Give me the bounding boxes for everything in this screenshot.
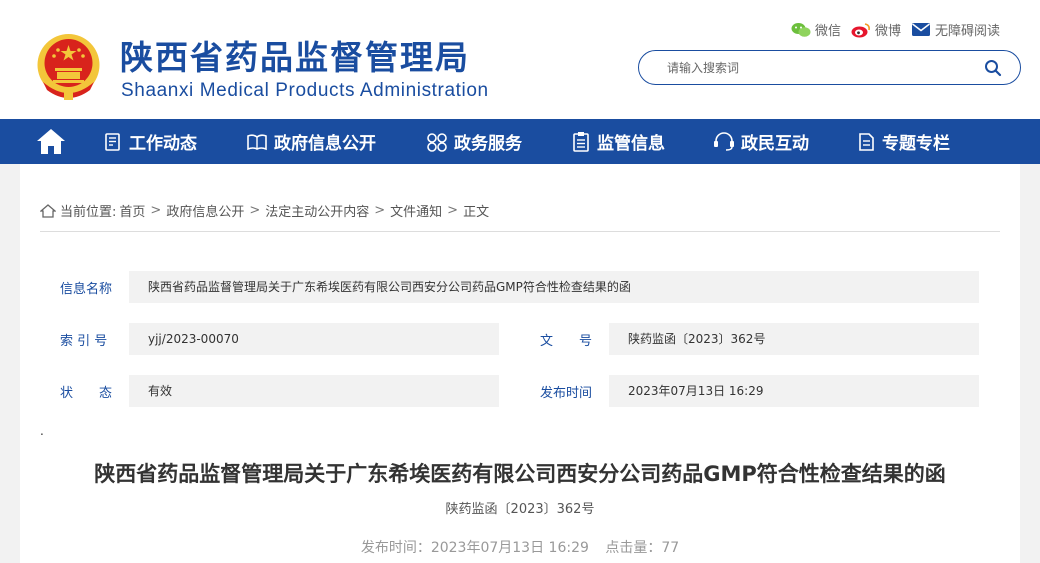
nav-item-interaction[interactable]: 政民互动 xyxy=(713,119,809,164)
accessibility-label: 无障碍阅读 xyxy=(934,24,1000,39)
search-box xyxy=(638,50,1021,85)
nav-item-work-news[interactable]: 工作动态 xyxy=(103,119,197,164)
wechat-link[interactable]: 微信 xyxy=(791,20,841,39)
breadcrumb-separator: > xyxy=(447,203,459,218)
book-icon xyxy=(247,133,267,150)
status-label: 状 态 xyxy=(60,386,113,401)
site-subtitle: Shaanxi Medical Products Administration xyxy=(121,80,489,101)
weibo-icon xyxy=(851,22,870,37)
top-links: 微信 微博 无障碍阅读 xyxy=(781,20,1000,39)
article-info: 发布时间：2023年07月13日 16:29 点击量：77 xyxy=(20,537,1020,557)
accessibility-link[interactable]: 无障碍阅读 xyxy=(911,20,1000,39)
stray-dot: . xyxy=(40,424,44,438)
site-header: 陕西省药品监督管理局 Shaanxi Medical Products Admi… xyxy=(0,0,1040,119)
article-title: 陕西省药品监督管理局关于广东希埃医药有限公司西安分公司药品GMP符合性检查结果的… xyxy=(94,462,946,486)
nav-label: 政民互动 xyxy=(741,134,809,154)
weibo-link[interactable]: 微博 xyxy=(851,20,901,39)
publish-time: 发布时间：2023年07月13日 16:29 xyxy=(361,540,589,556)
main-nav: 工作动态 政府信息公开 政务服务 监管信息 政民互动 专题专栏 xyxy=(0,119,1040,164)
home-icon[interactable] xyxy=(36,128,66,155)
publish-date-label: 发布时间 xyxy=(540,386,593,401)
publish-time-label: 发布时间： xyxy=(360,540,431,556)
wechat-label: 微信 xyxy=(814,24,841,39)
view-count-label: 点击量： xyxy=(605,540,662,556)
national-emblem-icon xyxy=(37,34,100,100)
nav-item-gov-info[interactable]: 政府信息公开 xyxy=(246,119,376,164)
nav-item-services[interactable]: 政务服务 xyxy=(426,119,522,164)
search-icon[interactable] xyxy=(984,59,1002,77)
index-number-value: yjj/2023-00070 xyxy=(129,323,499,355)
services-icon xyxy=(427,132,447,152)
status-value: 有效 xyxy=(129,375,499,407)
article-doc-number: 陕药监函〔2023〕362号 xyxy=(445,502,595,517)
breadcrumb-gov-info[interactable]: 政府信息公开 xyxy=(166,201,244,220)
index-number-label: 索 引 号 xyxy=(60,334,108,349)
publish-time-value: 2023年07月13日 16:29 xyxy=(430,540,589,556)
publish-date-value: 2023年07月13日 16:29 xyxy=(609,375,979,407)
nav-label: 监管信息 xyxy=(597,134,665,154)
interaction-icon xyxy=(714,131,734,151)
breadcrumb-separator: > xyxy=(374,203,386,218)
breadcrumb-notices[interactable]: 文件通知 xyxy=(390,201,442,220)
info-name-value: 陕西省药品监督管理局关于广东希埃医药有限公司西安分公司药品GMP符合性检查结果的… xyxy=(129,271,979,303)
view-count-value: 77 xyxy=(661,540,680,556)
topics-icon xyxy=(859,132,874,151)
nav-item-supervision[interactable]: 监管信息 xyxy=(571,119,665,164)
view-count: 点击量：77 xyxy=(605,540,679,556)
nav-item-topics[interactable]: 专题专栏 xyxy=(856,119,950,164)
doc-number-value: 陕药监函〔2023〕362号 xyxy=(609,323,979,355)
wechat-icon xyxy=(791,22,811,37)
nav-label: 政务服务 xyxy=(454,134,522,154)
breadcrumb-disclosure[interactable]: 法定主动公开内容 xyxy=(265,201,369,220)
clipboard-icon xyxy=(573,131,589,152)
mail-icon xyxy=(911,23,930,36)
news-icon xyxy=(105,132,120,151)
breadcrumb-separator: > xyxy=(150,203,162,218)
breadcrumb-current: 正文 xyxy=(463,205,490,220)
main-content: 当前位置: 首页 > 政府信息公开 > 法定主动公开内容 > 文件通知 > 正文… xyxy=(20,164,1020,563)
breadcrumb-prefix: 当前位置: xyxy=(60,205,117,220)
doc-number-label: 文 号 xyxy=(540,334,593,349)
site-title: 陕西省药品监督管理局 xyxy=(120,38,470,77)
info-name-label: 信息名称 xyxy=(60,282,113,297)
breadcrumb-home[interactable]: 首页 xyxy=(119,201,145,220)
weibo-label: 微博 xyxy=(874,24,901,39)
nav-label: 政府信息公开 xyxy=(274,134,376,154)
breadcrumb: 当前位置: 首页 > 政府信息公开 > 法定主动公开内容 > 文件通知 > 正文 xyxy=(40,201,489,220)
nav-label: 专题专栏 xyxy=(882,134,950,154)
nav-label: 工作动态 xyxy=(129,134,197,154)
breadcrumb-divider xyxy=(40,231,1000,232)
home-outline-icon xyxy=(40,203,56,218)
breadcrumb-separator: > xyxy=(249,203,261,218)
search-input[interactable] xyxy=(667,59,967,77)
